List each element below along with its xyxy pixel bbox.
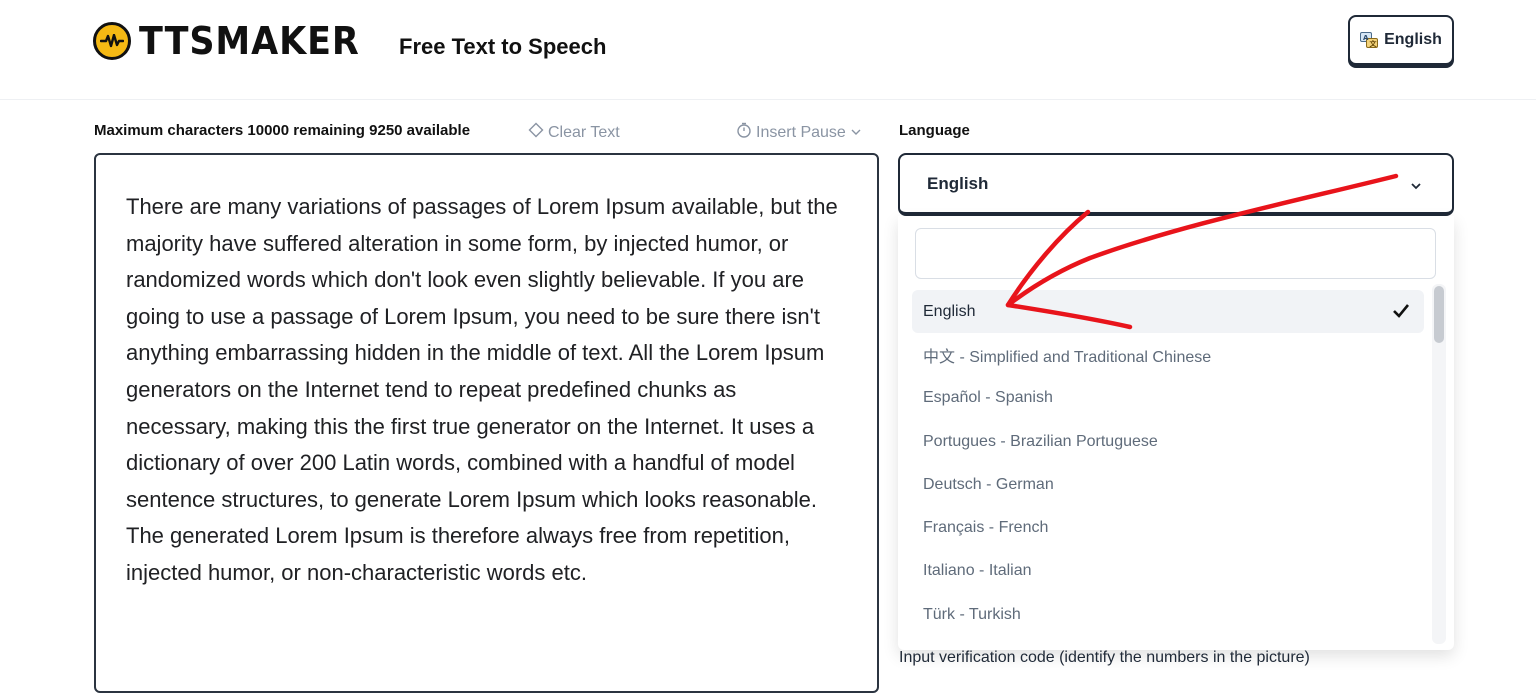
language-select[interactable]: English	[898, 153, 1454, 216]
language-option[interactable]: 中文 - Simplified and Traditional Chinese	[912, 333, 1424, 376]
character-limit-info: Maximum characters 10000 remaining 9250 …	[94, 122, 471, 139]
chevron-down-icon	[1410, 177, 1422, 190]
language-option[interactable]: Portugues - Brazilian Portuguese	[912, 420, 1424, 463]
ui-language-label: English	[1384, 31, 1442, 48]
clear-text-button[interactable]: Clear Text	[528, 122, 620, 143]
language-option[interactable]: Français - French	[912, 506, 1424, 549]
language-select-value: English	[927, 173, 989, 193]
language-option[interactable]: Italiano - Italian	[912, 550, 1424, 593]
logo[interactable]: TTSMAKER	[93, 20, 379, 62]
language-option[interactable]: Español - Spanish	[912, 377, 1424, 420]
logo-text: TTSMAKER	[139, 19, 360, 63]
site-header: TTSMAKER Free Text to Speech A 文 English	[0, 0, 1536, 100]
language-option[interactable]: English	[912, 290, 1424, 334]
verification-code-label: Input verification code (identify the nu…	[899, 649, 1310, 666]
svg-text:A: A	[1363, 34, 1369, 42]
svg-text:文: 文	[1370, 39, 1378, 48]
translate-icon: A 文	[1360, 32, 1379, 48]
logo-waveform-icon	[93, 22, 131, 60]
language-search-input[interactable]	[915, 228, 1436, 279]
checkmark-icon	[1392, 302, 1410, 320]
insert-pause-button[interactable]: Insert Pause	[736, 122, 862, 143]
insert-pause-label: Insert Pause	[756, 123, 846, 141]
language-option[interactable]: Türk - Turkish	[912, 593, 1424, 636]
eraser-icon	[528, 122, 544, 143]
chevron-down-icon	[850, 124, 862, 142]
timer-icon	[736, 122, 752, 143]
language-dropdown: English 中文 - Simplified and Traditional …	[898, 216, 1454, 650]
language-option[interactable]: Deutsch - German	[912, 463, 1424, 506]
language-options-list: English 中文 - Simplified and Traditional …	[912, 290, 1424, 636]
text-input-content: There are many variations of passages of…	[126, 194, 844, 585]
clear-text-label: Clear Text	[548, 123, 620, 141]
text-input-area[interactable]: There are many variations of passages of…	[94, 153, 879, 693]
site-tagline: Free Text to Speech	[399, 34, 607, 59]
dropdown-scrollbar-thumb[interactable]	[1434, 286, 1444, 343]
ui-language-button[interactable]: A 文 English	[1348, 15, 1454, 65]
language-label: Language	[899, 122, 970, 139]
